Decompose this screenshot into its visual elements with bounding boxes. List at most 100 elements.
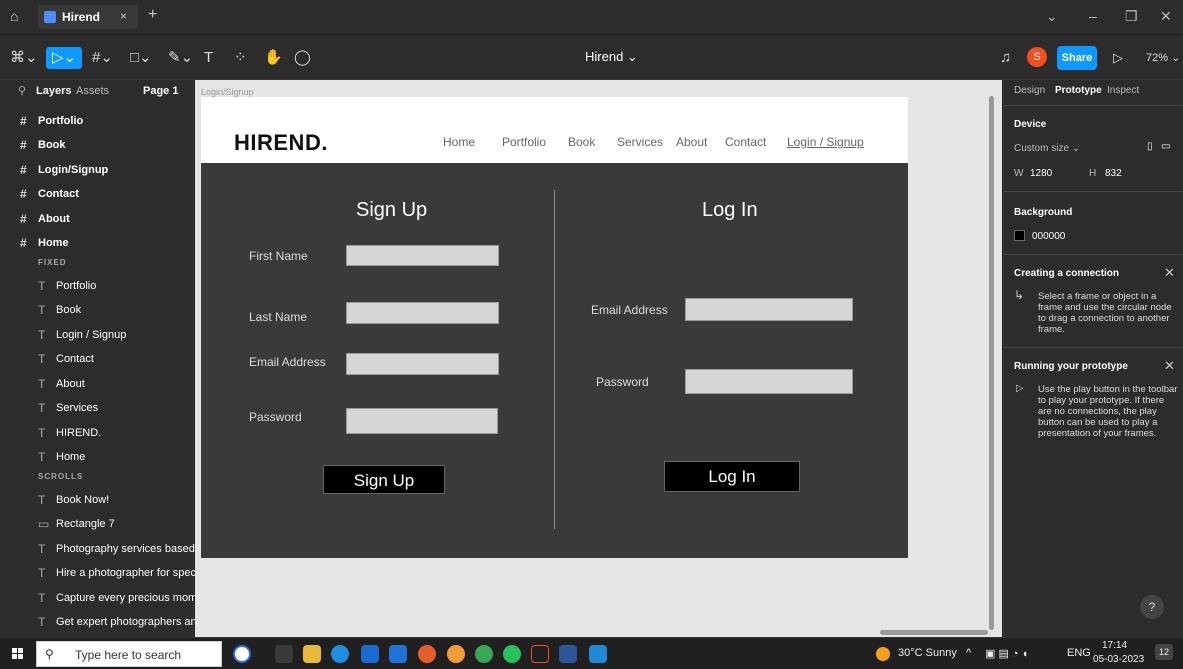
frame-label[interactable]: Login/Signup xyxy=(201,87,254,97)
comment-tool-icon[interactable]: ◯ xyxy=(294,47,311,69)
file-name[interactable]: Hirend ⌄ xyxy=(585,49,638,65)
nav-link-services[interactable]: Services xyxy=(617,135,663,149)
nav-link-contact[interactable]: Contact xyxy=(725,135,766,149)
weather-text[interactable]: 30°C Sunny xyxy=(898,647,957,659)
nav-link-book[interactable]: Book xyxy=(568,135,595,149)
bing-icon[interactable] xyxy=(233,645,251,663)
tab-assets[interactable]: Assets xyxy=(76,85,109,97)
play-icon[interactable]: ▷ xyxy=(1113,47,1123,69)
tab-prototype[interactable]: Prototype xyxy=(1055,85,1102,96)
clock-date[interactable]: 05-03-2023 xyxy=(1093,654,1144,665)
background-color-value[interactable]: 000000 xyxy=(1032,231,1065,242)
signup-button[interactable]: Sign Up xyxy=(323,465,445,494)
shape-tool-icon[interactable]: □⌄ xyxy=(130,47,152,69)
minimize-button[interactable]: – xyxy=(1089,8,1097,24)
headphones-icon[interactable]: ♫ xyxy=(1000,47,1011,69)
layer-text[interactable]: T Hire a photographer for speci... xyxy=(0,561,208,585)
layer-text[interactable]: T About xyxy=(0,372,194,396)
layer-rectangle[interactable]: ▭ Rectangle 7 xyxy=(0,512,194,536)
login-email-field[interactable] xyxy=(685,298,853,321)
layer-frame[interactable]: # About xyxy=(0,207,194,231)
input-language[interactable]: ENG xyxy=(1067,647,1091,659)
design-canvas[interactable]: Login/Signup HIREND. Home Portfolio Book… xyxy=(195,80,1002,637)
login-signup-frame[interactable]: HIREND. Home Portfolio Book Services Abo… xyxy=(201,97,908,558)
chevron-down-icon[interactable]: ⌄ xyxy=(1046,8,1058,25)
layer-text[interactable]: T Contact xyxy=(0,347,194,371)
notification-badge[interactable]: 12 xyxy=(1155,644,1174,660)
layer-frame[interactable]: # Home xyxy=(0,231,194,255)
tab-design[interactable]: Design xyxy=(1014,85,1045,96)
opera-icon[interactable] xyxy=(447,645,465,663)
close-icon[interactable]: ✕ xyxy=(1164,265,1175,281)
taskbar-search-input[interactable]: ⚲ Type here to search xyxy=(36,641,222,667)
windows-start-icon[interactable] xyxy=(12,648,24,660)
nav-link-about[interactable]: About xyxy=(676,135,707,149)
height-field[interactable]: 832 xyxy=(1105,168,1122,179)
close-icon[interactable]: ✕ xyxy=(1164,358,1175,374)
firefox-icon[interactable] xyxy=(418,645,436,663)
layer-text[interactable]: T Book Now! xyxy=(0,488,194,512)
layer-text[interactable]: T Portfolio xyxy=(0,274,194,298)
login-button[interactable]: Log In xyxy=(664,461,800,492)
layer-text[interactable]: T Photography services based ... xyxy=(0,537,207,561)
layer-text[interactable]: T Capture every precious mome... xyxy=(0,586,213,610)
move-tool-icon[interactable]: ▷⌄ xyxy=(46,47,83,69)
clock-time[interactable]: 17:14 xyxy=(1102,640,1127,651)
hand-tool-icon[interactable]: ✋ xyxy=(264,47,283,69)
nav-link-login-signup[interactable]: Login / Signup xyxy=(787,135,864,149)
signup-email-field[interactable] xyxy=(346,353,499,375)
chrome-icon[interactable] xyxy=(475,645,493,663)
layer-text[interactable]: T Home xyxy=(0,445,194,469)
resources-tool-icon[interactable]: ⁘ xyxy=(234,47,247,69)
tab-hirend[interactable]: Hirend × xyxy=(38,5,138,29)
zoom-menu[interactable]: 72% ⌄ xyxy=(1146,47,1180,69)
page-selector[interactable]: Page 1 xyxy=(143,85,178,97)
edge-icon[interactable] xyxy=(331,645,349,663)
signup-password-field[interactable] xyxy=(346,408,498,434)
last-name-field[interactable] xyxy=(346,302,499,324)
layer-frame[interactable]: # Login/Signup xyxy=(0,158,194,182)
nav-link-home[interactable]: Home xyxy=(443,135,475,149)
new-tab-button[interactable]: + xyxy=(148,6,157,24)
task-view-icon[interactable] xyxy=(275,645,293,663)
layer-text[interactable]: T Get expert photographers an... xyxy=(0,610,206,634)
word-icon[interactable] xyxy=(559,645,577,663)
portrait-icon[interactable]: ▯ xyxy=(1147,141,1153,152)
tab-inspect[interactable]: Inspect xyxy=(1107,85,1139,96)
layer-text[interactable]: T Services xyxy=(0,396,194,420)
layer-text[interactable]: T Book xyxy=(0,298,194,322)
tab-close-icon[interactable]: × xyxy=(120,9,127,23)
layer-frame[interactable]: # Book xyxy=(0,133,194,157)
device-select[interactable]: Custom size ⌄ xyxy=(1014,143,1080,154)
mail-icon[interactable] xyxy=(389,645,407,663)
main-menu-icon[interactable]: ⌘⌄ xyxy=(10,47,38,69)
width-field[interactable]: 1280 xyxy=(1030,168,1052,179)
home-icon[interactable]: ⌂ xyxy=(10,8,28,26)
layer-text[interactable]: T Login / Signup xyxy=(0,323,194,347)
whatsapp-icon[interactable] xyxy=(503,645,521,663)
pen-tool-icon[interactable]: ✎⌄ xyxy=(168,47,193,69)
background-color-swatch[interactable] xyxy=(1014,230,1025,241)
nav-link-portfolio[interactable]: Portfolio xyxy=(502,135,546,149)
restore-button[interactable]: ❐ xyxy=(1125,8,1138,25)
tab-layers[interactable]: Layers xyxy=(36,85,71,97)
vertical-scrollbar[interactable] xyxy=(989,96,994,630)
close-window-button[interactable]: ✕ xyxy=(1160,8,1172,25)
login-password-field[interactable] xyxy=(685,369,853,394)
help-button[interactable]: ? xyxy=(1140,595,1164,619)
frame-tool-icon[interactable]: #⌄ xyxy=(92,47,113,69)
figma-icon[interactable] xyxy=(531,645,549,663)
horizontal-scrollbar[interactable] xyxy=(880,630,988,635)
avatar[interactable]: S xyxy=(1027,47,1047,67)
layer-text[interactable]: T HIREND. xyxy=(0,421,194,445)
tray-icons[interactable]: ▣ ▤ ◔ ◖ xyxy=(985,647,1028,660)
tray-chevron-icon[interactable]: ^ xyxy=(966,647,971,659)
landscape-icon[interactable]: ▭ xyxy=(1161,141,1170,152)
file-explorer-icon[interactable] xyxy=(303,645,321,663)
vscode-icon[interactable] xyxy=(589,645,607,663)
store-icon[interactable] xyxy=(361,645,379,663)
search-icon[interactable]: ⚲ xyxy=(18,84,26,97)
text-tool-icon[interactable]: T xyxy=(204,47,213,69)
layer-frame[interactable]: # Portfolio xyxy=(0,109,194,133)
first-name-field[interactable] xyxy=(346,245,499,266)
